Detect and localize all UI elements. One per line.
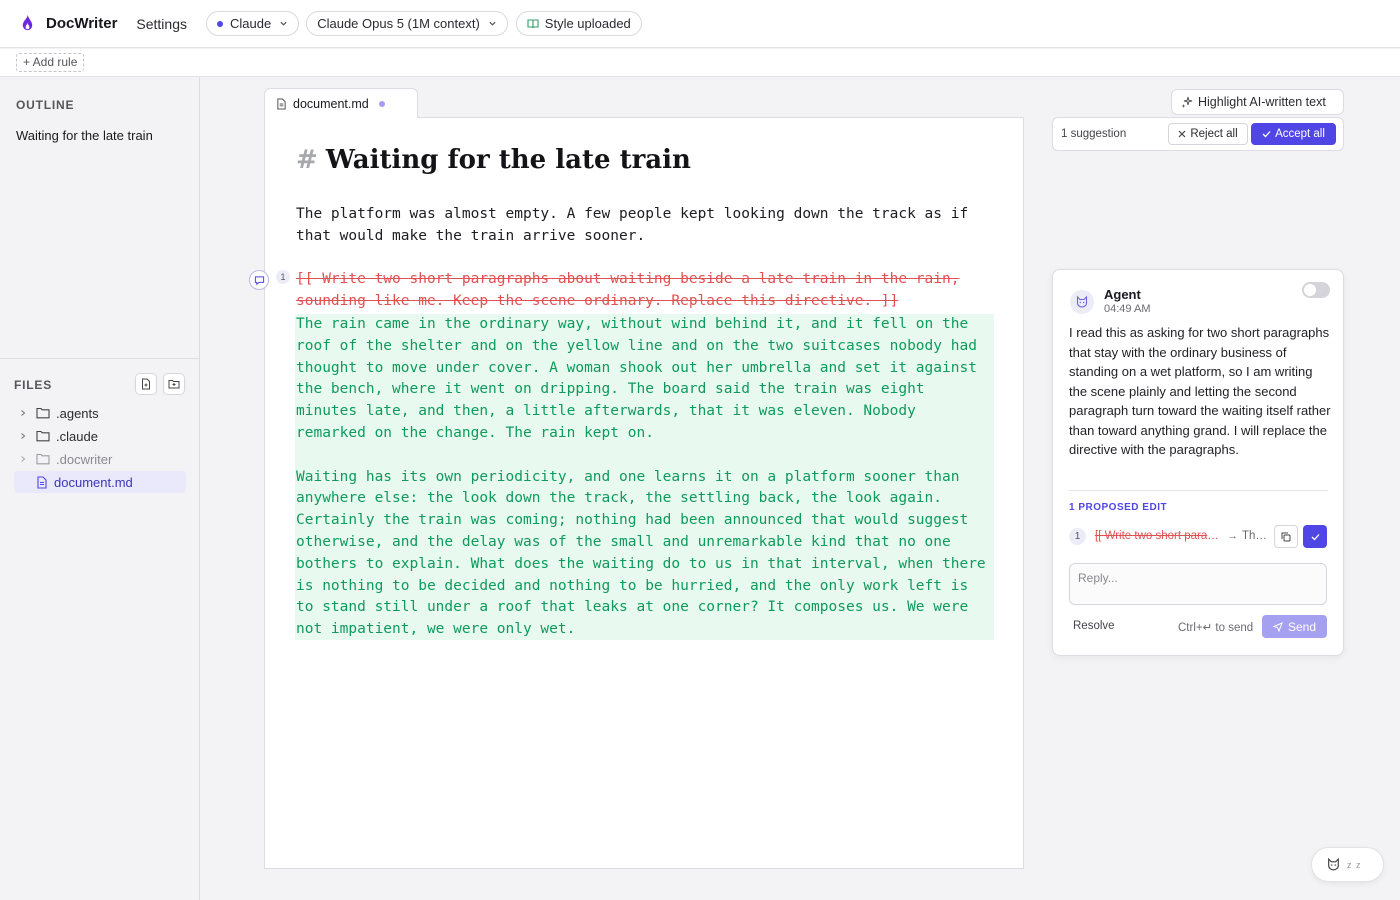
new-folder-button[interactable] — [163, 373, 185, 395]
file-tree-item[interactable]: .claude — [14, 425, 186, 447]
send-icon — [1272, 621, 1288, 632]
style-label: Style uploaded — [544, 16, 631, 31]
highlight-label: Highlight AI-written text — [1198, 95, 1326, 109]
arrow-right-icon: → — [1227, 530, 1238, 542]
outline-heading: OUTLINE — [16, 98, 75, 112]
model-select[interactable]: Claude Opus 5 (1M context) — [306, 11, 508, 36]
provider-dot-icon — [217, 20, 223, 27]
file-tree-label: .claude — [56, 428, 98, 444]
outline-item[interactable]: Waiting for the late train — [16, 128, 153, 143]
deleted-suggestion-text[interactable]: [[ Write two short paragraphs about wait… — [296, 269, 996, 313]
suggestion-count: 1 suggestion — [1061, 128, 1127, 140]
reject-all-button[interactable]: Reject all — [1168, 123, 1248, 145]
document-title-text: Waiting for the late train — [325, 145, 691, 175]
document-tab[interactable]: document.md — [264, 88, 418, 118]
sidebar: OUTLINE Waiting for the late train FILES… — [0, 77, 200, 900]
rules-bar: + Add rule — [0, 49, 1400, 77]
suggestion-bar: 1 suggestion Reject all Accept all — [1052, 117, 1344, 151]
file-tree-label: .agents — [56, 405, 99, 421]
folder-icon — [36, 453, 50, 465]
check-icon — [1311, 533, 1320, 541]
app-name: DocWriter — [46, 15, 118, 32]
agent-timestamp: 04:49 AM — [1104, 303, 1151, 315]
agent-status-bubble[interactable]: z z — [1311, 847, 1384, 882]
comment-marker-button[interactable] — [249, 270, 269, 290]
folder-icon — [36, 407, 50, 419]
flame-icon — [18, 14, 37, 33]
tab-label: document.md — [293, 96, 369, 111]
agent-name: Agent — [1104, 287, 1141, 302]
copy-icon — [1281, 532, 1291, 542]
files-heading: FILES — [14, 378, 53, 392]
folder-icon — [36, 430, 50, 442]
document-title[interactable]: # Waiting for the late train — [296, 145, 691, 175]
agent-comment-card: Agent 04:49 AM I read this as asking for… — [1052, 269, 1344, 656]
highlight-ai-text-button[interactable]: Highlight AI-written text — [1171, 89, 1344, 115]
agent-message: I read this as asking for two short para… — [1069, 325, 1331, 457]
add-rule-button[interactable]: + Add rule — [16, 53, 85, 72]
file-tree-label: document.md — [54, 474, 133, 490]
inserted-paragraph: Waiting has its own periodicity, and one… — [296, 468, 986, 638]
agent-toggle[interactable] — [1302, 282, 1330, 298]
reply-input[interactable] — [1069, 563, 1327, 605]
copy-edit-button[interactable] — [1274, 525, 1298, 548]
inserted-paragraph: The rain came in the ordinary way, witho… — [296, 316, 977, 441]
inserted-suggestion-block[interactable]: The rain came in the ordinary way, witho… — [295, 314, 994, 640]
edit-number-badge: 1 — [1069, 528, 1086, 545]
card-divider — [1069, 490, 1328, 491]
cat-icon — [1075, 295, 1089, 309]
proposed-edit-row[interactable]: 1 [[ Write two short paragraphs → The ra… — [1069, 524, 1328, 550]
accept-all-button[interactable]: Accept all — [1251, 123, 1336, 145]
file-tree-label: .docwriter — [56, 451, 113, 467]
app-logo[interactable]: DocWriter — [18, 14, 117, 33]
reject-all-label: Reject all — [1190, 128, 1238, 140]
agent-avatar — [1070, 290, 1094, 314]
unsaved-indicator — [378, 100, 385, 107]
paragraph[interactable]: The platform was almost empty. A few peo… — [296, 204, 996, 248]
document-editor[interactable]: # Waiting for the late train The platform… — [264, 117, 1024, 869]
send-shortcut-hint: Ctrl+↵ to send — [1178, 622, 1254, 634]
chevron-down-icon — [279, 19, 288, 28]
edit-old-text: [[ Write two short paragraphs — [1095, 530, 1221, 542]
book-icon — [527, 18, 539, 30]
proposed-edits-heading: 1 PROPOSED EDIT — [1069, 502, 1168, 513]
comment-count-badge: 1 — [276, 270, 290, 284]
document-icon — [276, 97, 287, 110]
comment-icon — [254, 275, 265, 286]
send-button[interactable]: Send — [1262, 615, 1327, 638]
file-tree-item[interactable]: .agents — [14, 402, 186, 424]
new-file-button[interactable] — [135, 373, 157, 395]
provider-label: Claude — [230, 16, 272, 31]
chevron-right-icon — [19, 432, 29, 440]
sleep-indicator: z z — [1347, 859, 1362, 870]
top-bar: DocWriter Settings Claude Claude Opus 5 … — [0, 0, 1400, 48]
chevron-right-icon — [19, 455, 29, 463]
new-file-icon — [140, 378, 152, 390]
provider-select[interactable]: Claude — [206, 11, 300, 36]
file-tree-item[interactable]: .docwriter — [14, 448, 186, 470]
resolve-button[interactable]: Resolve — [1073, 620, 1115, 632]
send-label: Send — [1287, 619, 1317, 634]
model-label: Claude Opus 5 (1M context) — [317, 16, 480, 31]
close-icon — [1178, 130, 1190, 138]
document-icon — [36, 475, 48, 489]
chevron-right-icon — [19, 409, 29, 417]
chevron-down-icon — [488, 19, 497, 28]
settings-link[interactable]: Settings — [136, 16, 187, 32]
accept-all-label: Accept all — [1275, 128, 1325, 140]
sparkle-icon — [1181, 96, 1193, 108]
new-folder-icon — [168, 378, 180, 390]
accept-edit-button[interactable] — [1303, 525, 1327, 548]
style-uploaded-button[interactable]: Style uploaded — [515, 11, 642, 36]
file-tree-item-active[interactable]: document.md — [14, 471, 186, 493]
edit-new-text: The rain came — [1242, 530, 1270, 542]
check-icon — [1262, 130, 1275, 138]
cat-icon — [1326, 857, 1341, 872]
sidebar-divider — [0, 358, 200, 359]
heading-marker: # — [296, 145, 318, 175]
